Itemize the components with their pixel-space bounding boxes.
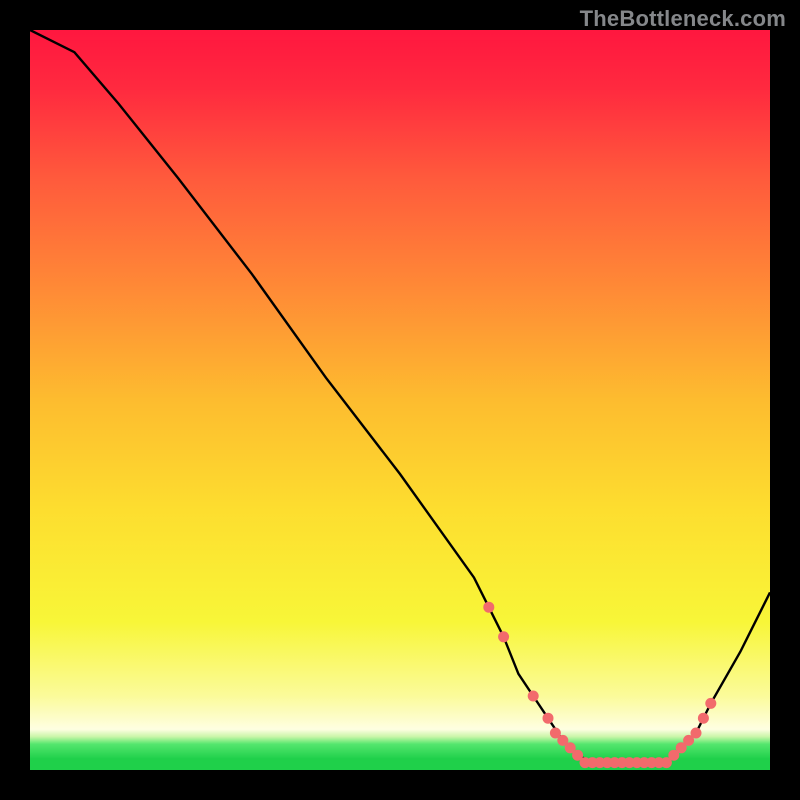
marker-group (483, 602, 716, 768)
data-marker (698, 713, 709, 724)
curve-path (30, 30, 770, 763)
watermark-text: TheBottleneck.com (580, 6, 786, 32)
data-marker (483, 602, 494, 613)
data-marker (705, 698, 716, 709)
data-marker (528, 691, 539, 702)
chart-frame: TheBottleneck.com (0, 0, 800, 800)
data-marker (543, 713, 554, 724)
plot-area (30, 30, 770, 770)
data-marker (498, 631, 509, 642)
bottleneck-curve (30, 30, 770, 770)
data-marker (691, 728, 702, 739)
